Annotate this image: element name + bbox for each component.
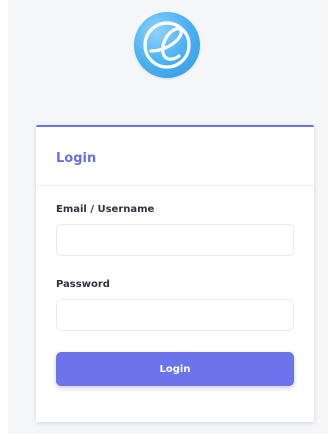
email-username-label: Email / Username — [56, 204, 155, 215]
email-username-input[interactable] — [57, 225, 293, 255]
password-field — [56, 299, 294, 331]
card-title: Login — [56, 151, 97, 166]
login-card: Login Email / Username Password Login — [36, 125, 314, 422]
email-username-field — [56, 224, 294, 256]
login-button[interactable]: Login — [56, 352, 294, 386]
elementary-logo-icon — [134, 12, 200, 78]
password-label: Password — [56, 279, 110, 290]
card-divider — [36, 185, 314, 186]
password-input[interactable] — [57, 300, 293, 330]
